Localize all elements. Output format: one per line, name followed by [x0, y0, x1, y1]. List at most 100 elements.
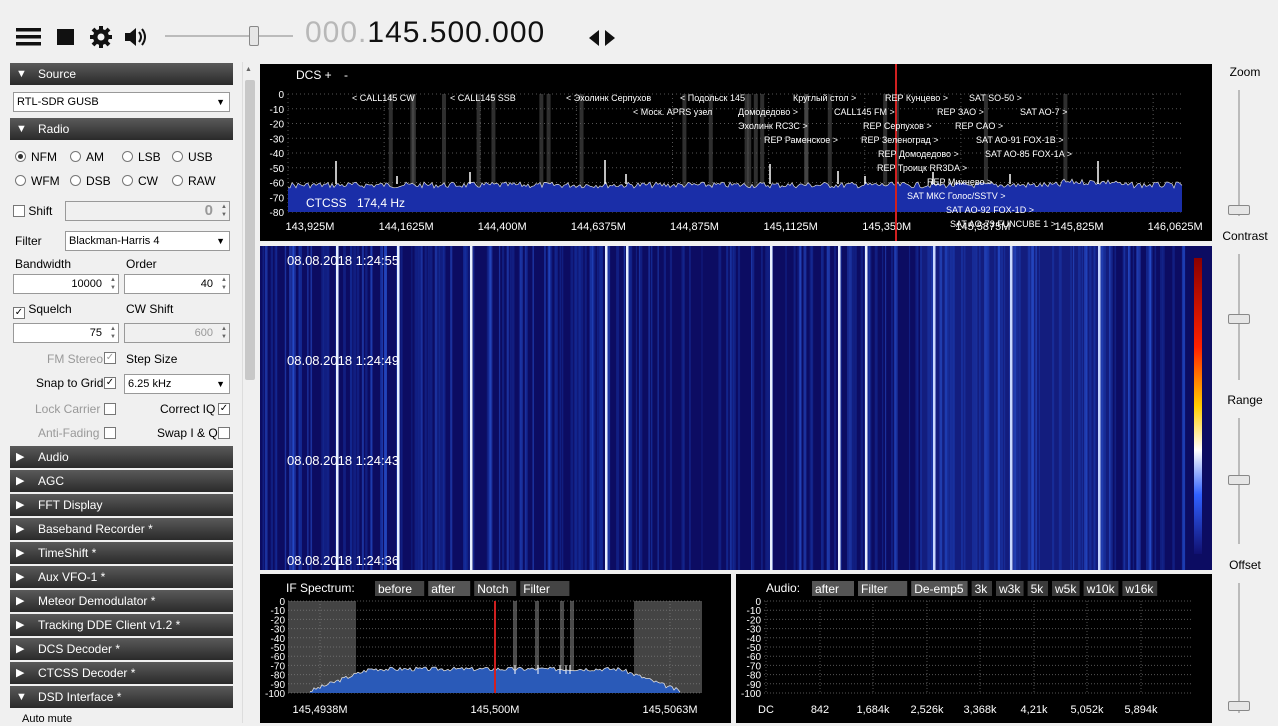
x-tick-label: 145,5063M [642, 704, 697, 716]
left-right-arrows-icon[interactable] [588, 27, 616, 49]
order-input[interactable]: 40 ▲ ▼ [124, 274, 230, 294]
mode-radio-cw[interactable]: CW [122, 174, 158, 188]
waterfall-noise-line [589, 246, 592, 570]
panel-header-label: DCS Decoder * [38, 642, 121, 656]
cwshift-value: 600 [194, 327, 213, 339]
waterfall-display[interactable]: 08.08.2018 1:24:55 08.08.2018 1:24:49 08.0… [260, 246, 1212, 570]
panel-header-fft-display[interactable]: ▶ FFT Display [10, 494, 233, 516]
snap-checkbox[interactable]: ✓ [104, 377, 116, 389]
panel-header-timeshift[interactable]: ▶ TimeShift * [10, 542, 233, 564]
waterfall-noise-line [682, 246, 685, 570]
if-spectrum-plot: IF Spectrum: before after Notch Filter0-10-2… [265, 581, 702, 716]
antifading-checkbox[interactable] [104, 427, 116, 439]
spin-arrows-icon[interactable]: ▲ ▼ [221, 203, 227, 219]
spin-arrows-icon[interactable]: ▲ ▼ [110, 325, 116, 341]
waterfall-noise-line [821, 246, 824, 570]
mode-radio-raw[interactable]: RAW [172, 174, 216, 188]
spectrum-display[interactable]: DCS + - 0 -10 -20 -30 -40 -50 -60 -70 -80 143,925M 1… [260, 64, 1212, 241]
toggle-button-label: w3k [998, 582, 1021, 596]
zoom-slider-thumb[interactable] [1228, 205, 1250, 215]
range-slider-thumb[interactable] [1228, 475, 1250, 485]
mode-radio-lsb[interactable]: LSB [122, 150, 161, 164]
waterfall-noise-line [370, 246, 373, 570]
radio-circle-icon [122, 151, 133, 162]
toggle-button-label: De-emp5 [914, 582, 964, 596]
waterfall-signal-line [397, 246, 400, 570]
radio-panel-header[interactable]: ▼ Radio [10, 118, 233, 140]
waterfall-noise-line [570, 246, 574, 570]
filter-select[interactable]: Blackman-Harris 4 ▼ [65, 231, 230, 251]
mode-radio-dsb[interactable]: DSB [70, 174, 111, 188]
source-panel-header[interactable]: ▼ Source [10, 63, 233, 85]
gear-icon[interactable] [89, 26, 115, 48]
speaker-icon[interactable] [123, 26, 149, 48]
panel-header-aux-vfo-1[interactable]: ▶ Aux VFO-1 * [10, 566, 233, 588]
panel-header-meteor-demodulator[interactable]: ▶ Meteor Demodulator * [10, 590, 233, 612]
shift-checkbox[interactable]: Shift [13, 204, 52, 218]
panel-header-baseband-recorder[interactable]: ▶ Baseband Recorder * [10, 518, 233, 540]
hamburger-menu-icon[interactable] [16, 26, 42, 48]
swapiq-label: Swap I & Q [157, 426, 218, 440]
waterfall-noise-line [416, 246, 420, 570]
panel-header-label: CTCSS Decoder * [38, 666, 136, 680]
spin-arrows-icon[interactable]: ▲ ▼ [221, 276, 227, 292]
panel-title: IF Spectrum: [286, 581, 355, 595]
shift-input[interactable]: 0 ▲ ▼ [65, 201, 230, 221]
volume-slider[interactable] [165, 26, 293, 46]
y-tick-label: -60 [270, 179, 285, 190]
waterfall-noise-line [851, 246, 855, 570]
mode-radio-wfm[interactable]: WFM [15, 174, 60, 188]
if-spectrum-panel[interactable]: IF Spectrum: before after Notch Filter 0 -10 -2… [260, 574, 731, 723]
panel-header-ctcss-decoder[interactable]: ▶ CTCSS Decoder * [10, 662, 233, 684]
x-tick-label: 842 [811, 704, 829, 716]
fmstereo-checkbox[interactable]: ✓ [104, 352, 116, 364]
audio-spectrum-panel[interactable]: Audio: after Filter De-emp5 3k w3k 5k w5k w10k w1… [736, 574, 1212, 723]
panel-header-agc[interactable]: ▶ AGC [10, 470, 233, 492]
waterfall-noise-line [549, 246, 551, 570]
waterfall-noise-line [573, 246, 576, 570]
bandwidth-input[interactable]: 10000 ▲ ▼ [13, 274, 119, 294]
panel-header-dcs-decoder[interactable]: ▶ DCS Decoder * [10, 638, 233, 660]
swapiq-checkbox[interactable] [218, 427, 230, 439]
zoom-slider[interactable] [1228, 90, 1250, 216]
source-device-select[interactable]: RTL-SDR GUSB ▼ [13, 92, 230, 112]
mode-radio-am[interactable]: AM [70, 150, 104, 164]
waterfall-noise-line [264, 246, 268, 570]
contrast-slider[interactable] [1228, 254, 1250, 380]
panel-header-tracking-dde-client-v1-2[interactable]: ▶ Tracking DDE Client v1.2 * [10, 614, 233, 636]
squelch-checkbox[interactable]: ✓ Squelch [13, 302, 72, 319]
waterfall-noise-line [427, 246, 430, 570]
contrast-label: Contrast [1222, 229, 1268, 243]
waterfall-noise-line [438, 246, 440, 570]
panel-header-label: Aux VFO-1 * [38, 570, 106, 584]
mode-radio-usb[interactable]: USB [172, 150, 213, 164]
offset-slider[interactable] [1228, 583, 1250, 713]
stop-icon[interactable] [55, 26, 81, 48]
waterfall-noise-line [893, 246, 896, 570]
correctiq-checkbox[interactable]: ✓ [218, 403, 230, 415]
scroll-up-icon[interactable]: ▲ [245, 66, 252, 73]
bandwidth-label: Bandwidth [15, 257, 72, 271]
spectrum-plot[interactable]: DCS + - 0 -10 -20 -30 -40 -50 -60 -70 -80143,925M 1… [260, 64, 1212, 241]
contrast-slider-thumb[interactable] [1228, 314, 1250, 324]
range-slider[interactable] [1228, 418, 1250, 544]
lockcarrier-checkbox[interactable] [104, 403, 116, 415]
mode-label: CW [138, 174, 158, 188]
panel-header-audio[interactable]: ▶ Audio [10, 446, 233, 468]
x-tick-label: 2,526k [910, 704, 944, 716]
spin-arrows-icon[interactable]: ▲ ▼ [110, 276, 116, 292]
cwshift-input[interactable]: 600 ▲ ▼ [124, 323, 230, 343]
mode-radio-nfm[interactable]: NFM [15, 150, 57, 164]
offset-slider-thumb[interactable] [1228, 701, 1250, 711]
waterfall-noise-line [799, 246, 802, 570]
panel-header-dsd-interface[interactable]: ▼ DSD Interface * [10, 686, 233, 708]
sidebar-scrollbar[interactable]: ▲ [242, 62, 256, 723]
step-size-select[interactable]: 6.25 kHz ▼ [124, 374, 230, 394]
frequency-display[interactable]: 000.145.500.000 [305, 16, 545, 50]
volume-slider-thumb[interactable] [249, 26, 259, 46]
waterfall-noise-line [688, 246, 691, 570]
scrollbar-thumb[interactable] [245, 80, 255, 380]
squelch-input[interactable]: 75 ▲ ▼ [13, 323, 119, 343]
spin-arrows-icon[interactable]: ▲ ▼ [221, 325, 227, 341]
audio-spectrum-plot: Audio: after Filter De-emp5 3k w3k 5k w5k w10k w1… [741, 581, 1192, 716]
